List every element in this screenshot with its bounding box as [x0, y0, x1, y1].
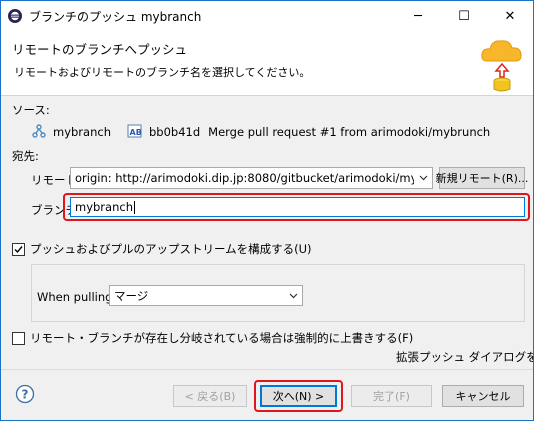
- cancel-button[interactable]: キャンセル: [442, 385, 524, 407]
- remote-value: origin: http://arimodoki.dip.jp:8080/git…: [75, 171, 414, 185]
- window-title: ブランチのプッシュ mybranch: [29, 9, 202, 24]
- footer-divider: [1, 369, 533, 370]
- when-pulling-select[interactable]: マージ: [109, 285, 303, 306]
- maximize-icon: ☐: [458, 8, 470, 24]
- source-info: mybranch AB bb0b41d Merge pull request #…: [31, 123, 491, 142]
- checkbox-checked-icon: [12, 242, 25, 256]
- banner-description: リモートおよびリモートのブランチ名を選択してください。: [14, 66, 311, 79]
- push-branch-dialog: ブランチのプッシュ mybranch ─ ☐ ✕ リモートのブランチへプッシュ …: [0, 0, 534, 421]
- close-icon: ✕: [504, 8, 516, 24]
- configure-upstream-label: プッシュおよびプルのアップストリームを構成する(U): [30, 242, 312, 256]
- branch-name-input[interactable]: mybranch: [70, 197, 525, 217]
- commit-id: bb0b41d: [148, 125, 201, 139]
- destination-label: 宛先:: [12, 149, 39, 163]
- svg-text:?: ?: [22, 388, 29, 402]
- checkbox-unchecked-icon: [12, 331, 25, 345]
- eclipse-icon: [7, 8, 23, 24]
- commit-icon: AB: [127, 123, 143, 142]
- commit-message: Merge pull request #1 from arimodoki/myb…: [208, 125, 491, 139]
- text-cursor: [133, 200, 135, 214]
- force-overwrite-checkbox[interactable]: リモート・ブランチが存在し分岐されている場合は強制的に上書きする(F): [12, 330, 413, 346]
- source-branch: mybranch: [53, 125, 111, 139]
- advanced-push-link[interactable]: 拡張プッシュ ダイアログを表示: [396, 349, 533, 365]
- finish-button[interactable]: 完了(F): [351, 385, 432, 407]
- remote-select[interactable]: origin: http://arimodoki.dip.jp:8080/git…: [70, 167, 433, 189]
- minimize-icon: ─: [414, 8, 422, 24]
- configure-upstream-checkbox[interactable]: プッシュおよびプルのアップストリームを構成する(U): [12, 241, 312, 257]
- chevron-down-icon: [414, 175, 432, 181]
- cloud-upload-icon: [479, 35, 525, 93]
- wizard-banner: リモートのブランチへプッシュ リモートおよびリモートのブランチ名を選択してくださ…: [1, 31, 533, 96]
- new-remote-button[interactable]: 新規リモート(R)...: [436, 167, 528, 189]
- when-pulling-label: When pulling:: [37, 290, 117, 304]
- force-overwrite-label: リモート・ブランチが存在し分岐されている場合は強制的に上書きする(F): [30, 331, 414, 345]
- svg-text:AB: AB: [129, 128, 141, 137]
- maximize-button[interactable]: ☐: [441, 1, 487, 31]
- minimize-button[interactable]: ─: [395, 1, 441, 31]
- branch-name-value: mybranch: [75, 200, 133, 214]
- when-pulling-value: マージ: [114, 288, 149, 303]
- help-icon[interactable]: ?: [15, 384, 35, 404]
- branch-icon: [31, 123, 47, 142]
- chevron-down-icon: [284, 293, 302, 299]
- title-bar: ブランチのプッシュ mybranch ─ ☐ ✕: [1, 1, 533, 31]
- next-button[interactable]: 次へ(N) >: [260, 385, 337, 407]
- banner-title: リモートのブランチへプッシュ: [12, 42, 188, 57]
- back-button[interactable]: < 戻る(B): [173, 385, 247, 407]
- close-button[interactable]: ✕: [487, 1, 533, 31]
- source-label: ソース:: [12, 103, 50, 117]
